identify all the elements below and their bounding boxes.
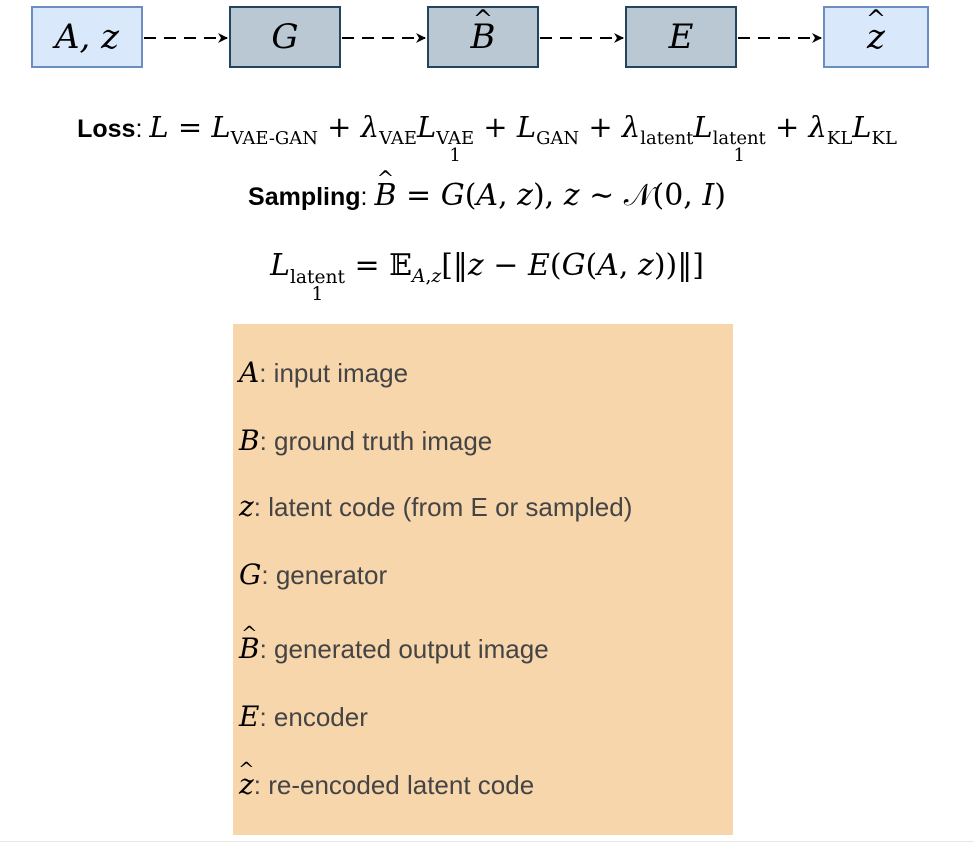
loss-equation: Loss: L = LVAE-GAN + λVAEL VAE 1 + LGAN + … xyxy=(77,110,897,167)
loss-label: Loss xyxy=(77,115,136,143)
legend-box: A: input image B: ground truth image z: … xyxy=(233,324,733,835)
flow-arrows xyxy=(144,33,822,43)
legend-symbol: G xyxy=(239,558,262,591)
legend-item-input-image: A: input image xyxy=(239,356,408,389)
legend-desc: : encoder xyxy=(259,702,368,732)
sampling-label: Sampling xyxy=(248,183,361,211)
legend-symbol: E xyxy=(239,700,260,733)
legend-desc: : generator xyxy=(261,560,388,590)
bottom-divider xyxy=(0,841,974,842)
latent-loss-equation: Llatent 1 = 𝔼A,z[‖z − E(G(A, z))‖] xyxy=(270,248,704,306)
legend-symbol: z xyxy=(239,490,254,523)
legend-item-reencoded-latent: z: re-encoded latent code xyxy=(239,768,534,801)
legend-symbol: z xyxy=(239,768,254,801)
legend-item-generated-output: B: generated output image xyxy=(239,632,549,665)
legend-symbol: A xyxy=(239,356,260,389)
legend-desc: : re-encoded latent code xyxy=(253,770,535,800)
legend-symbol: B xyxy=(239,424,260,457)
legend-desc: : latent code (from E or sampled) xyxy=(253,492,633,522)
legend-item-encoder: E: encoder xyxy=(239,700,368,733)
legend-item-generator: G: generator xyxy=(239,558,387,591)
sampling-equation: Sampling: B = G(A, z), z ∼ 𝒩(0, I) xyxy=(0,178,974,213)
legend-desc: : ground truth image xyxy=(259,426,493,456)
legend-desc: : generated output image xyxy=(259,634,549,664)
legend-desc: : input image xyxy=(259,358,409,388)
legend-symbol: B xyxy=(239,632,260,665)
legend-item-latent-code: z: latent code (from E or sampled) xyxy=(239,490,632,523)
legend-item-ground-truth: B: ground truth image xyxy=(239,424,492,457)
